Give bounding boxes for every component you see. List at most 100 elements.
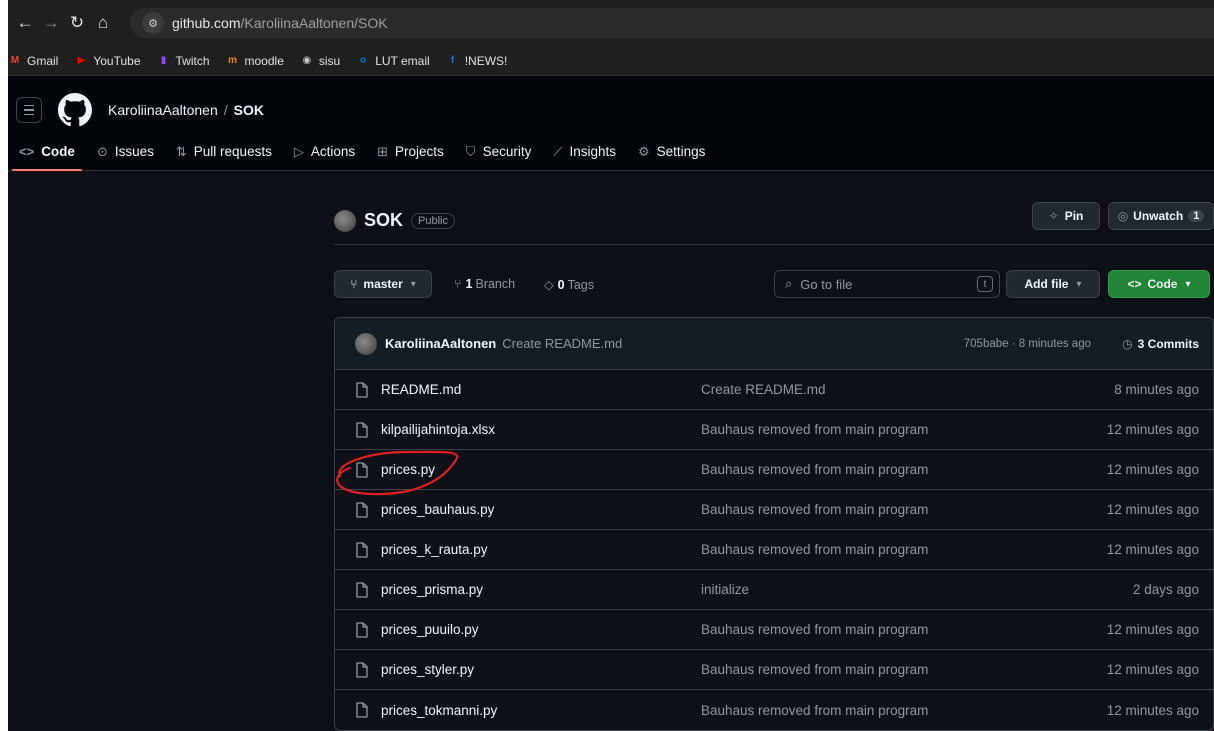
file-commit-time: 12 minutes ago bbox=[1106, 662, 1199, 677]
tab-settings[interactable]: ⚙ Settings bbox=[627, 132, 716, 171]
file-commit-message[interactable]: Create README.md bbox=[701, 382, 826, 397]
commits-link[interactable]: ◷ 3 Commits bbox=[1122, 337, 1199, 351]
commits-label: Commits bbox=[1147, 336, 1199, 351]
unwatch-button[interactable]: ◎ Unwatch 1 bbox=[1108, 202, 1214, 230]
tab-label: Code bbox=[41, 144, 75, 159]
address-bar: ← → ↻ ⌂ ⚙ github.com/KaroliinaAaltonen/S… bbox=[8, 0, 1214, 46]
file-commit-time: 2 days ago bbox=[1132, 582, 1199, 597]
tab-pull-requests[interactable]: ⇅ Pull requests bbox=[165, 132, 283, 171]
pull-requests-icon: ⇅ bbox=[175, 143, 187, 159]
tab-issues[interactable]: ⊙ Issues bbox=[86, 132, 165, 171]
table-row: prices_k_rauta.py Bauhaus removed from ma… bbox=[335, 530, 1213, 570]
file-name-link[interactable]: prices_tokmanni.py bbox=[381, 703, 497, 718]
file-name-link[interactable]: README.md bbox=[381, 382, 461, 397]
security-icon: ⛉ bbox=[465, 143, 476, 159]
repo-title-bar: SOK Public ✧ Pin ◎ Unwatch 1 bbox=[334, 197, 1214, 245]
file-name-link[interactable]: prices_k_rauta.py bbox=[381, 542, 488, 557]
breadcrumb-owner[interactable]: KaroliinaAaltonen bbox=[108, 102, 218, 118]
file-icon bbox=[356, 421, 368, 438]
commit-message[interactable]: Create README.md bbox=[502, 336, 622, 351]
breadcrumb-repo[interactable]: SOK bbox=[234, 102, 264, 118]
table-row: prices_prisma.py initialize 2 days ago bbox=[335, 570, 1213, 610]
file-commit-time: 12 minutes ago bbox=[1106, 542, 1199, 557]
tag-count-link[interactable]: ◇ 0 Tags bbox=[544, 277, 594, 293]
branch-count-link[interactable]: ⑂ 1 Branch bbox=[454, 277, 515, 291]
add-file-label: Add file bbox=[1024, 277, 1069, 291]
chevron-down-icon: ▾ bbox=[1076, 278, 1082, 290]
chevron-down-icon: ▾ bbox=[410, 278, 416, 290]
url-domain: github.com bbox=[172, 15, 241, 31]
file-icon bbox=[356, 541, 368, 558]
tab-code[interactable]: <> Code bbox=[8, 132, 86, 171]
branch-icon: ⑂ bbox=[350, 277, 358, 291]
file-commit-message[interactable]: Bauhaus removed from main program bbox=[701, 502, 928, 517]
table-row: prices_tokmanni.py Bauhaus removed from m… bbox=[335, 690, 1213, 730]
file-commit-message[interactable]: Bauhaus removed from main program bbox=[701, 622, 928, 637]
tab-label: Projects bbox=[395, 144, 444, 159]
file-name-link[interactable]: kilpailijahintoja.xlsx bbox=[381, 422, 495, 437]
branch-name: master bbox=[363, 277, 403, 291]
commits-count: 3 bbox=[1137, 336, 1145, 351]
avatar[interactable] bbox=[334, 209, 356, 232]
tab-label: Insights bbox=[569, 144, 616, 159]
file-name-link[interactable]: prices_bauhaus.py bbox=[381, 502, 494, 517]
bookmark-sisu[interactable]: ◉ sisu bbox=[300, 53, 341, 68]
gmail-icon: M bbox=[10, 55, 20, 66]
commit-author[interactable]: KaroliinaAaltonen bbox=[385, 336, 496, 351]
menu-icon[interactable] bbox=[16, 97, 42, 123]
bookmark-label: moodle bbox=[244, 53, 284, 68]
tab-insights[interactable]: ⟋ Insights bbox=[542, 132, 627, 171]
projects-icon: ⊞ bbox=[377, 143, 389, 159]
file-list: KaroliinaAaltonen Create README.md 705ba… bbox=[334, 317, 1214, 731]
url-field[interactable]: ⚙ github.com/KaroliinaAaltonen/SOK bbox=[130, 8, 1214, 38]
go-to-file-input[interactable]: ⌕ Go to file t bbox=[774, 270, 1000, 298]
annotation-circle bbox=[336, 450, 459, 496]
branch-label: Branch bbox=[475, 277, 516, 291]
commit-author-avatar[interactable] bbox=[355, 332, 377, 355]
pin-icon: ✧ bbox=[1048, 209, 1059, 223]
bookmark-moodle[interactable]: m moodle bbox=[226, 54, 284, 68]
facebook-icon: f bbox=[451, 55, 455, 66]
twitch-icon: ▮ bbox=[160, 55, 167, 66]
file-commit-message[interactable]: Bauhaus removed from main program bbox=[701, 703, 928, 718]
tab-actions[interactable]: ▷ Actions bbox=[283, 132, 366, 171]
bookmark-news[interactable]: f !NEWS! bbox=[446, 54, 507, 68]
home-icon[interactable]: ⌂ bbox=[90, 10, 116, 36]
code-icon: <> bbox=[19, 144, 35, 159]
file-commit-time: 12 minutes ago bbox=[1106, 422, 1199, 437]
file-commit-message[interactable]: initialize bbox=[701, 582, 749, 597]
file-name-link[interactable]: prices_prisma.py bbox=[381, 582, 483, 597]
commit-meta[interactable]: 705babe · 8 minutes ago bbox=[964, 338, 1091, 350]
code-button[interactable]: <> Code ▾ bbox=[1108, 270, 1210, 298]
tab-projects[interactable]: ⊞ Projects bbox=[366, 132, 455, 171]
actions-icon: ▷ bbox=[293, 143, 304, 159]
repo-tabs: <> Code ⊙ Issues ⇅ Pull requests ▷ Actions ⊞ Proj… bbox=[8, 132, 716, 171]
file-commit-message[interactable]: Bauhaus removed from main program bbox=[701, 462, 928, 477]
branch-select-button[interactable]: ⑂ master ▾ bbox=[334, 270, 432, 298]
issues-icon: ⊙ bbox=[96, 143, 108, 159]
bookmark-gmail[interactable]: M Gmail bbox=[8, 54, 59, 68]
bookmark-youtube[interactable]: ▶ YouTube bbox=[74, 54, 140, 68]
github-logo-icon[interactable] bbox=[58, 93, 92, 127]
forward-icon[interactable]: → bbox=[38, 10, 64, 36]
file-commit-time: 8 minutes ago bbox=[1114, 382, 1199, 397]
file-commit-message[interactable]: Bauhaus removed from main program bbox=[701, 422, 928, 437]
file-commit-time: 12 minutes ago bbox=[1106, 462, 1199, 477]
bookmark-lut-email[interactable]: o LUT email bbox=[356, 54, 430, 68]
pin-button[interactable]: ✧ Pin bbox=[1032, 202, 1100, 230]
file-name-link[interactable]: prices_styler.py bbox=[381, 662, 474, 677]
repo-name[interactable]: SOK bbox=[364, 210, 403, 231]
bookmark-label: Twitch bbox=[175, 53, 210, 68]
search-icon: ⌕ bbox=[785, 276, 793, 291]
reload-icon[interactable]: ↻ bbox=[64, 10, 90, 36]
add-file-button[interactable]: Add file ▾ bbox=[1006, 270, 1100, 298]
back-icon[interactable]: ← bbox=[12, 10, 38, 36]
file-commit-message[interactable]: Bauhaus removed from main program bbox=[701, 542, 928, 557]
bookmark-twitch[interactable]: ▮ Twitch bbox=[157, 54, 210, 68]
tab-security[interactable]: ⛉ Security bbox=[455, 132, 543, 171]
site-info-icon[interactable]: ⚙ bbox=[142, 12, 164, 34]
search-placeholder: Go to file bbox=[800, 276, 853, 292]
file-commit-message[interactable]: Bauhaus removed from main program bbox=[701, 662, 928, 677]
file-name-link[interactable]: prices_puuilo.py bbox=[381, 622, 479, 637]
bookmark-label: sisu bbox=[318, 53, 341, 68]
